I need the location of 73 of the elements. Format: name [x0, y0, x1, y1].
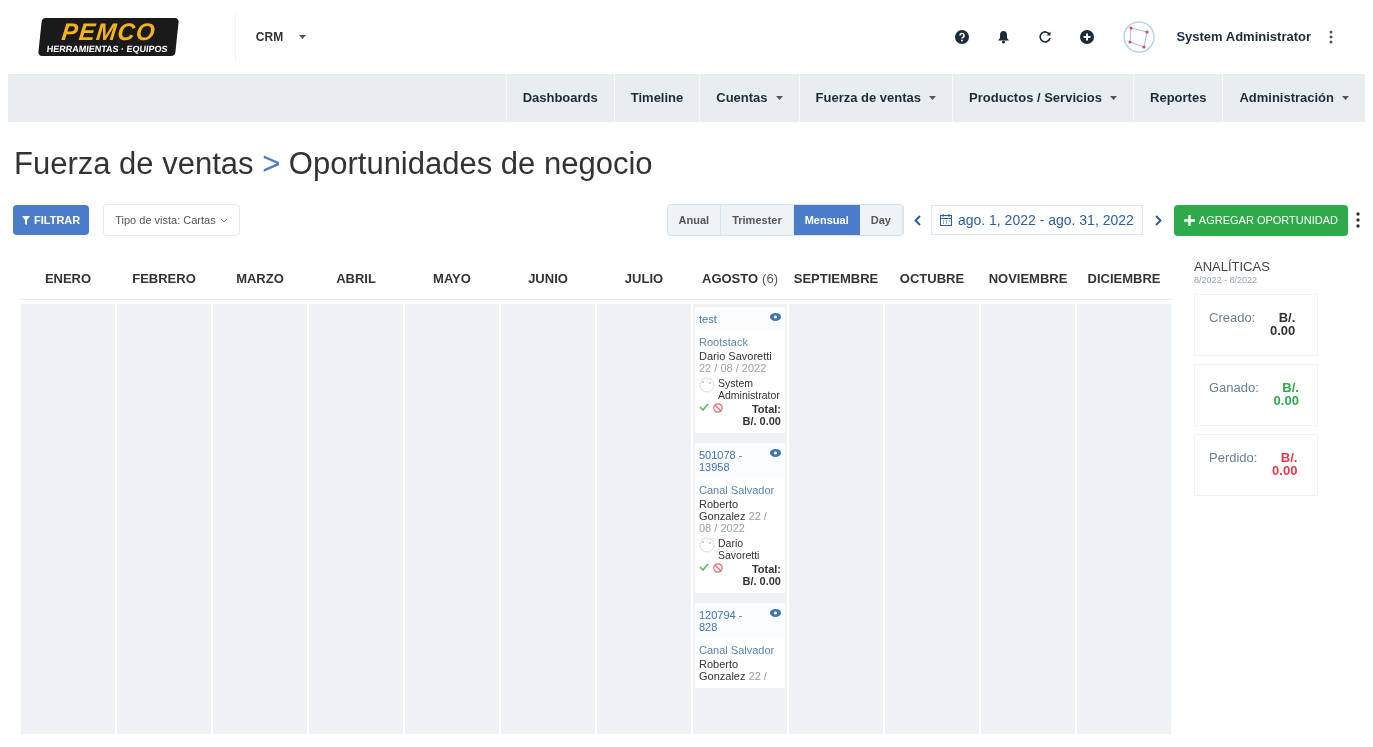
previous-icon[interactable] [913, 214, 921, 226]
month-heading: ENERO [44, 269, 92, 288]
contact-info: Roberto Gonzalez 22 / [699, 658, 768, 682]
total-label: Total: [751, 403, 781, 415]
month-heading: MAYO [433, 269, 471, 288]
analytics-label: Creado: [1209, 310, 1256, 324]
eye-icon[interactable] [770, 313, 781, 321]
date-range-field[interactable]: ago. 1, 2022 - ago. 31, 2022 [930, 205, 1143, 235]
filter-icon [22, 215, 30, 225]
assignee-name: System Administrator [718, 377, 781, 401]
more-icon[interactable] [1356, 212, 1360, 228]
calendar-icon [939, 214, 952, 226]
user-avatar [699, 377, 715, 393]
analytics-value: B/. 0.00 [1271, 450, 1298, 477]
eye-icon[interactable] [770, 609, 781, 617]
chevron-down-icon [219, 217, 228, 223]
analytics-value: B/. 0.00 [1268, 310, 1296, 337]
plus-icon [1183, 214, 1195, 226]
month-heading: MARZO [236, 269, 284, 288]
month-heading: OCTUBRE [899, 269, 965, 288]
refresh-icon[interactable] [1038, 30, 1053, 44]
nav-item[interactable]: Dashboards [505, 74, 614, 122]
analytics-label: Perdido: [1209, 450, 1258, 464]
period-tab[interactable]: Mensual [793, 205, 860, 235]
cancel-icon[interactable] [713, 563, 723, 573]
next-icon[interactable] [1154, 214, 1162, 226]
month-heading: DICIEMBRE [1087, 269, 1161, 288]
period-tab[interactable]: Trimester [721, 205, 794, 235]
assignee-name: Dario Savoretti [718, 537, 761, 561]
page-title: Fuerza de ventas > Oportunidades de negocio [14, 145, 654, 183]
total-amount: B/. 0.00 [742, 575, 781, 587]
eye-icon[interactable] [770, 449, 781, 457]
pemco-logo[interactable]: PEMCO HERRAMIENTAS · EQUIPOS [38, 18, 179, 56]
month-heading: FEBRERO [132, 269, 196, 288]
nav-item[interactable]: Reportes [1133, 74, 1223, 122]
analytics-period: 8/2022 - 8/2022 [1194, 274, 1259, 287]
nav-item[interactable]: Timeline [613, 74, 700, 122]
more-icon[interactable] [1329, 30, 1333, 44]
contact-info: Dario Savoretti 22 / 08 / 2022 [699, 350, 773, 374]
bell-icon[interactable] [997, 30, 1011, 44]
month-heading: ABRIL [336, 269, 376, 288]
check-icon[interactable] [699, 403, 709, 411]
month-heading: AGOSTO [702, 269, 759, 288]
period-tab[interactable]: Day [859, 205, 903, 235]
filter-button[interactable]: FILTRAR [13, 205, 90, 235]
total-amount: B/. 0.00 [742, 415, 781, 427]
check-icon[interactable] [699, 563, 709, 571]
analytics-label: Ganado: [1209, 380, 1259, 394]
total-label: Total: [751, 563, 781, 575]
nav-item[interactable]: Productos / Servicios [952, 74, 1133, 122]
company-name: Rootstack [699, 336, 749, 348]
analytics-value: B/. 0.00 [1272, 380, 1299, 407]
cancel-icon[interactable] [713, 403, 723, 413]
company-name: Canal Salvador [699, 484, 776, 496]
contact-info: Roberto Gonzalez 22 / 08 / 2022 [699, 498, 768, 534]
caret-icon [299, 35, 307, 39]
plus-circle-icon[interactable] [1080, 30, 1095, 44]
month-heading: SEPTIEMBRE [793, 269, 879, 288]
period-tab[interactable]: Anual [667, 205, 722, 235]
user-avatar [699, 537, 715, 553]
help-icon[interactable] [955, 30, 970, 44]
nav-item[interactable]: Administración [1222, 74, 1365, 122]
app-switcher[interactable]: CRM [255, 28, 307, 46]
month-heading: JUNIO [528, 269, 568, 288]
analytics-title: ANALÍTICAS [1194, 260, 1271, 274]
company-name: Canal Salvador [699, 644, 776, 656]
month-heading: NOVIEMBRE [988, 269, 1068, 288]
user-menu[interactable]: System Administrator [1176, 27, 1311, 47]
nav-item[interactable]: Cuentas [699, 74, 799, 122]
month-heading: JULIO [624, 269, 664, 288]
nav-item[interactable]: Fuerza de ventas [798, 74, 953, 122]
month-count: (6) [762, 269, 778, 288]
view-type-select[interactable]: Tipo de vista: Cartas [103, 204, 240, 236]
